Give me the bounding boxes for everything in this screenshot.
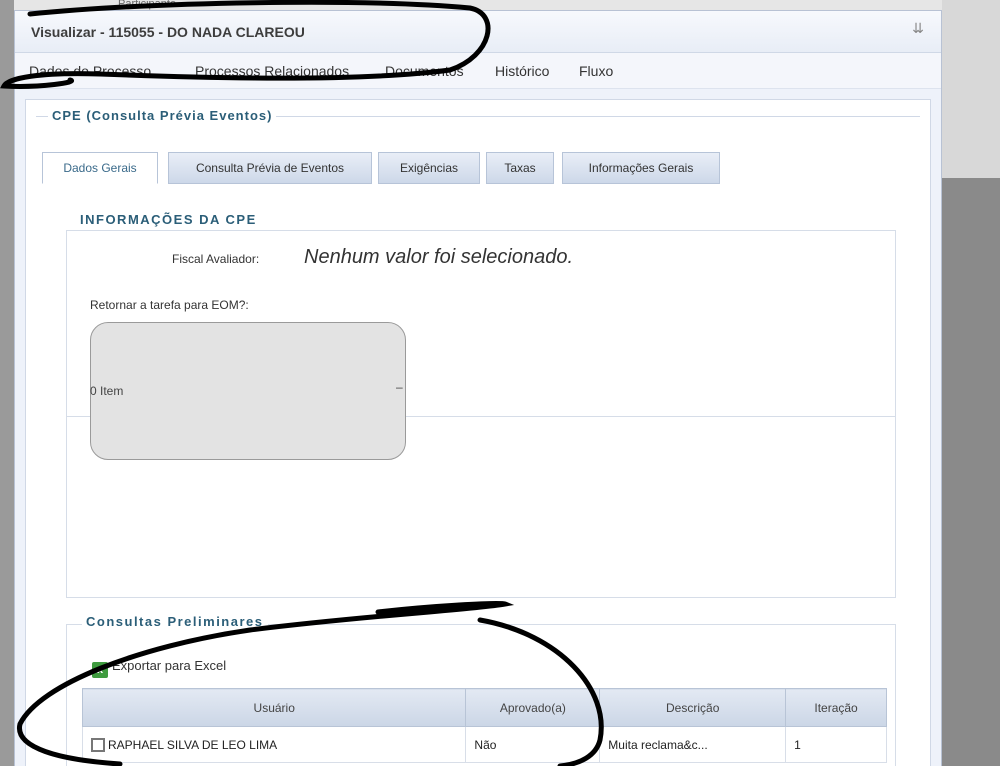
cell-aprovado: Não: [465, 726, 601, 763]
top-nav: Dados do Processo Processos Relacionados…: [15, 53, 941, 89]
info-legend: INFORMAÇÕES DA CPE: [76, 212, 261, 227]
table-row[interactable]: RAPHAEL SILVA DE LEO LIMA Não Muita recl…: [81, 726, 887, 763]
overlay-dash: –: [396, 380, 403, 394]
fiscal-value[interactable]: Nenhum valor foi selecionado.: [304, 246, 573, 269]
tab-exigencias[interactable]: Exigências: [378, 152, 480, 184]
view-icon[interactable]: [91, 737, 105, 752]
column-header-iteracao[interactable]: Iteração: [785, 688, 887, 727]
item-count: 0 Item: [90, 384, 124, 398]
retornar-label: Retornar a tarefa para EOM?:: [90, 298, 249, 312]
excel-icon: x: [92, 662, 108, 678]
tab-consulta-previa[interactable]: Consulta Prévia de Eventos: [168, 152, 372, 184]
cell-iteracao: 1: [785, 726, 887, 763]
fiscal-label: Fiscal Avaliador:: [172, 252, 260, 266]
column-header-descricao[interactable]: Descrição: [599, 688, 787, 727]
tab-informacoes-gerais[interactable]: Informações Gerais: [562, 152, 720, 184]
modal-titlebar: Visualizar - 115055 - DO NADA CLAREOU ⇊: [15, 11, 941, 53]
background-peek-text: Participante: [118, 0, 177, 10]
background-page-right: [942, 178, 1000, 766]
cpe-panel: CPE (Consulta Prévia Eventos) Dados Gera…: [25, 99, 931, 766]
usuario-value: RAPHAEL SILVA DE LEO LIMA: [108, 737, 278, 752]
modal-window: Visualizar - 115055 - DO NADA CLAREOU ⇊ …: [14, 10, 942, 766]
tab-dados-gerais[interactable]: Dados Gerais: [42, 152, 158, 184]
background-page-right-top: [942, 0, 1000, 178]
dropdown-overlay[interactable]: [90, 322, 406, 460]
consultas-legend: Consultas Preliminares: [82, 614, 268, 629]
cell-descricao: Muita reclama&c...: [599, 726, 787, 763]
nav-item-fluxo[interactable]: Fluxo: [579, 63, 613, 79]
tab-taxas[interactable]: Taxas: [486, 152, 554, 184]
column-header-aprovado[interactable]: Aprovado(a): [465, 688, 601, 727]
nav-item-processos-relacionados[interactable]: Processos Relacionados: [195, 63, 349, 79]
cpe-legend: CPE (Consulta Prévia Eventos): [48, 108, 277, 123]
background-page-left: [0, 0, 14, 766]
export-label: Exportar para Excel: [112, 658, 227, 673]
consultas-table: Usuário Aprovado(a) Descrição Iteração R…: [81, 688, 887, 763]
nav-item-historico[interactable]: Histórico: [495, 63, 549, 79]
nav-item-documentos[interactable]: Documentos: [385, 63, 464, 79]
close-icon[interactable]: ⇊: [909, 19, 927, 37]
cell-usuario: RAPHAEL SILVA DE LEO LIMA: [81, 726, 467, 763]
export-excel-button[interactable]: x Exportar para Excel: [92, 658, 226, 678]
window-title: Visualizar - 115055 - DO NADA CLAREOU: [31, 24, 305, 40]
nav-item-dados-processo[interactable]: Dados do Processo: [29, 63, 151, 79]
column-header-usuario[interactable]: Usuário: [81, 688, 467, 727]
